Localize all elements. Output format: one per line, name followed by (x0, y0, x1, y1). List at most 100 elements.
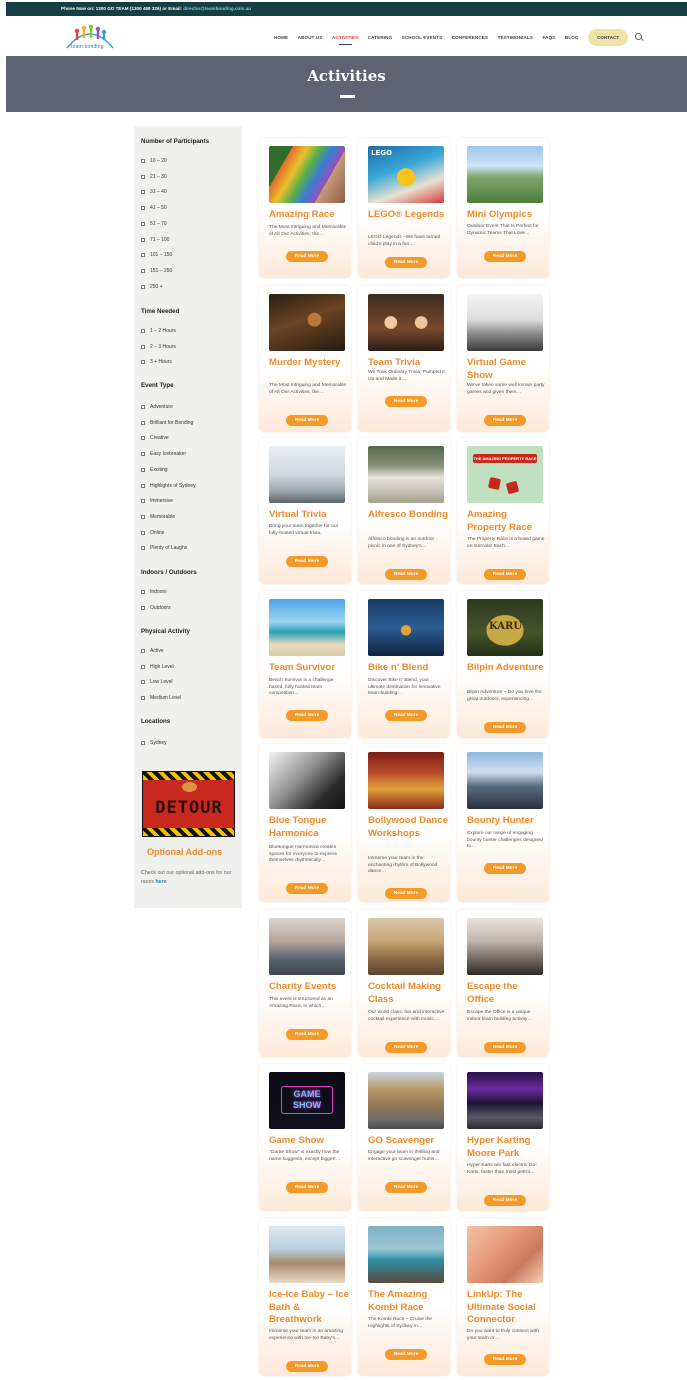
filter-checkbox[interactable] (141, 605, 145, 610)
filter-checkbox[interactable] (141, 190, 145, 195)
activity-card[interactable]: Ice-Ice Baby – Ice Bath & Breathwork Imme… (259, 1218, 351, 1376)
filter-option[interactable]: 1 – 2 Hours (141, 328, 176, 334)
addons-here-link[interactable]: here (155, 879, 166, 885)
activity-card[interactable]: Charity Events This event is structured a… (259, 910, 351, 1057)
activity-title[interactable]: Game Show (269, 1135, 349, 1148)
activity-title[interactable]: Bilpin Adventure (467, 662, 547, 675)
filter-option[interactable]: 41 – 50 (141, 205, 167, 211)
activity-title[interactable]: Murder Mystery (269, 357, 349, 370)
filter-checkbox[interactable] (141, 664, 145, 669)
read-more-button[interactable]: Read More (286, 556, 328, 567)
activity-image[interactable] (467, 752, 543, 809)
nav-conferences[interactable]: CONFERENCES (452, 35, 488, 40)
read-more-button[interactable]: Read More (286, 1361, 328, 1372)
filter-checkbox[interactable] (141, 268, 145, 273)
filter-checkbox[interactable] (141, 159, 145, 163)
activity-image[interactable] (368, 752, 444, 809)
activity-card[interactable]: Virtual Game Show We've taken some well k… (457, 286, 549, 432)
read-more-button[interactable]: Read More (385, 888, 427, 899)
read-more-button[interactable]: Read More (286, 883, 328, 894)
activity-card[interactable]: Murder Mystery The Most Intriguing and Me… (259, 286, 351, 432)
read-more-button[interactable]: Read More (484, 569, 526, 580)
nav-about-us[interactable]: ABOUT US (298, 35, 323, 40)
filter-option[interactable]: Medium Level (141, 695, 181, 701)
activity-title[interactable]: LEGO® Legends (368, 209, 448, 222)
nav-activities[interactable]: ACTIVITIES (332, 35, 358, 45)
filter-checkbox[interactable] (141, 514, 145, 519)
read-more-button[interactable]: Read More (385, 1349, 427, 1360)
activity-image[interactable] (368, 1072, 444, 1129)
filter-checkbox[interactable] (141, 499, 145, 504)
read-more-button[interactable]: Read More (286, 710, 328, 721)
filter-option[interactable]: Easy Icebreaker (141, 451, 186, 457)
filter-checkbox[interactable] (141, 649, 145, 653)
activity-card[interactable]: Escape the Office Escape the Office is a … (457, 910, 549, 1057)
filter-option[interactable]: 3 + Hours (141, 359, 172, 365)
filter-checkbox[interactable] (141, 530, 145, 535)
activity-card[interactable]: Alfresco Bonding Alfresco bonding is an o… (358, 438, 450, 584)
activity-image[interactable] (269, 294, 345, 351)
nav-faqs[interactable]: FAQS (542, 35, 555, 40)
activity-image[interactable] (368, 599, 444, 656)
activity-title[interactable]: Blue Tongue Harmonica (269, 815, 349, 840)
nav-home[interactable]: HOME (274, 35, 288, 40)
contact-email-link[interactable]: director@teambonding.com.au (183, 6, 251, 11)
filter-checkbox[interactable] (141, 680, 145, 685)
activity-card[interactable]: Team Trivia We Took Ordinary Trivia, Pump… (358, 286, 450, 432)
filter-checkbox[interactable] (141, 436, 145, 441)
read-more-button[interactable]: Read More (385, 569, 427, 580)
read-more-button[interactable]: Read More (286, 415, 328, 426)
activity-image[interactable] (269, 599, 345, 656)
activity-image[interactable] (467, 1226, 543, 1283)
detour-addon-image[interactable]: DETOUR (142, 771, 235, 837)
filter-checkbox[interactable] (141, 696, 145, 701)
activity-card[interactable]: Cocktail Making Class Our world class, fu… (358, 910, 450, 1057)
filter-checkbox[interactable] (141, 483, 145, 488)
read-more-button[interactable]: Read More (385, 1182, 427, 1193)
activity-card[interactable]: Mini Olympics Outdoor Event That Is Perfe… (457, 138, 549, 278)
read-more-button[interactable]: Read More (484, 1354, 526, 1365)
activity-card[interactable]: LEGO LEGO® Legends LEGO Legends –We have t… (358, 138, 450, 278)
read-more-button[interactable]: Read More (286, 251, 328, 262)
activity-image[interactable] (269, 146, 345, 203)
filter-option[interactable]: Outdoors (141, 605, 171, 611)
read-more-button[interactable]: Read More (385, 710, 427, 721)
activity-card[interactable]: Blue Tongue Harmonica Bluetongue Harmonic… (259, 744, 351, 902)
filter-option[interactable]: Active (141, 648, 164, 654)
read-more-button[interactable]: Read More (484, 1042, 526, 1053)
filter-checkbox[interactable] (141, 420, 145, 425)
filter-checkbox[interactable] (141, 405, 145, 409)
filter-option[interactable]: 151 – 250 (141, 268, 172, 274)
nav-catering[interactable]: CATERING (368, 35, 392, 40)
activity-image[interactable] (368, 1226, 444, 1283)
filter-option[interactable]: Plenty of Laughs (141, 545, 187, 551)
read-more-button[interactable]: Read More (385, 396, 427, 407)
activity-title[interactable]: LinkUp: The Ultimate Social Connector (467, 1289, 547, 1327)
read-more-button[interactable]: Read More (484, 415, 526, 426)
activity-image[interactable]: THE AMAZING PROPERTY RACE (467, 446, 543, 503)
activity-image[interactable] (467, 1072, 543, 1129)
filter-checkbox[interactable] (141, 467, 145, 472)
activity-card[interactable]: LinkUp: The Ultimate Social Connector Do … (457, 1218, 549, 1376)
contact-button[interactable]: CONTACT (588, 29, 629, 46)
nav-blog[interactable]: BLOG (565, 35, 579, 40)
filter-option[interactable]: Brilliant for Bonding (141, 420, 193, 426)
activity-title[interactable]: Charity Events (269, 981, 349, 994)
activity-image[interactable]: GAME SHOW (269, 1072, 345, 1129)
activity-title[interactable]: Alfresco Bonding (368, 509, 448, 522)
filter-option[interactable]: 250 + (141, 284, 163, 290)
read-more-button[interactable]: Read More (484, 722, 526, 733)
activity-title[interactable]: Bike n' Blend (368, 662, 448, 675)
filter-option[interactable]: Highlights of Sydney (141, 483, 196, 489)
filter-checkbox[interactable] (141, 253, 145, 258)
filter-option[interactable]: Memorable (141, 514, 175, 520)
activity-card[interactable]: Bike n' Blend Discover Bike n' Blend, you… (358, 591, 450, 738)
read-more-button[interactable]: Read More (286, 1029, 328, 1040)
activity-image[interactable] (269, 1226, 345, 1283)
filter-checkbox[interactable] (141, 221, 145, 226)
activity-title[interactable]: Bounty Hunter (467, 815, 547, 828)
activity-card[interactable]: Bollywood Dance Workshops Immerse your te… (358, 744, 450, 902)
activity-image[interactable] (368, 294, 444, 351)
activity-card[interactable]: Bounty Hunter Explore our range of engagi… (457, 744, 549, 902)
filter-checkbox[interactable] (141, 590, 145, 594)
